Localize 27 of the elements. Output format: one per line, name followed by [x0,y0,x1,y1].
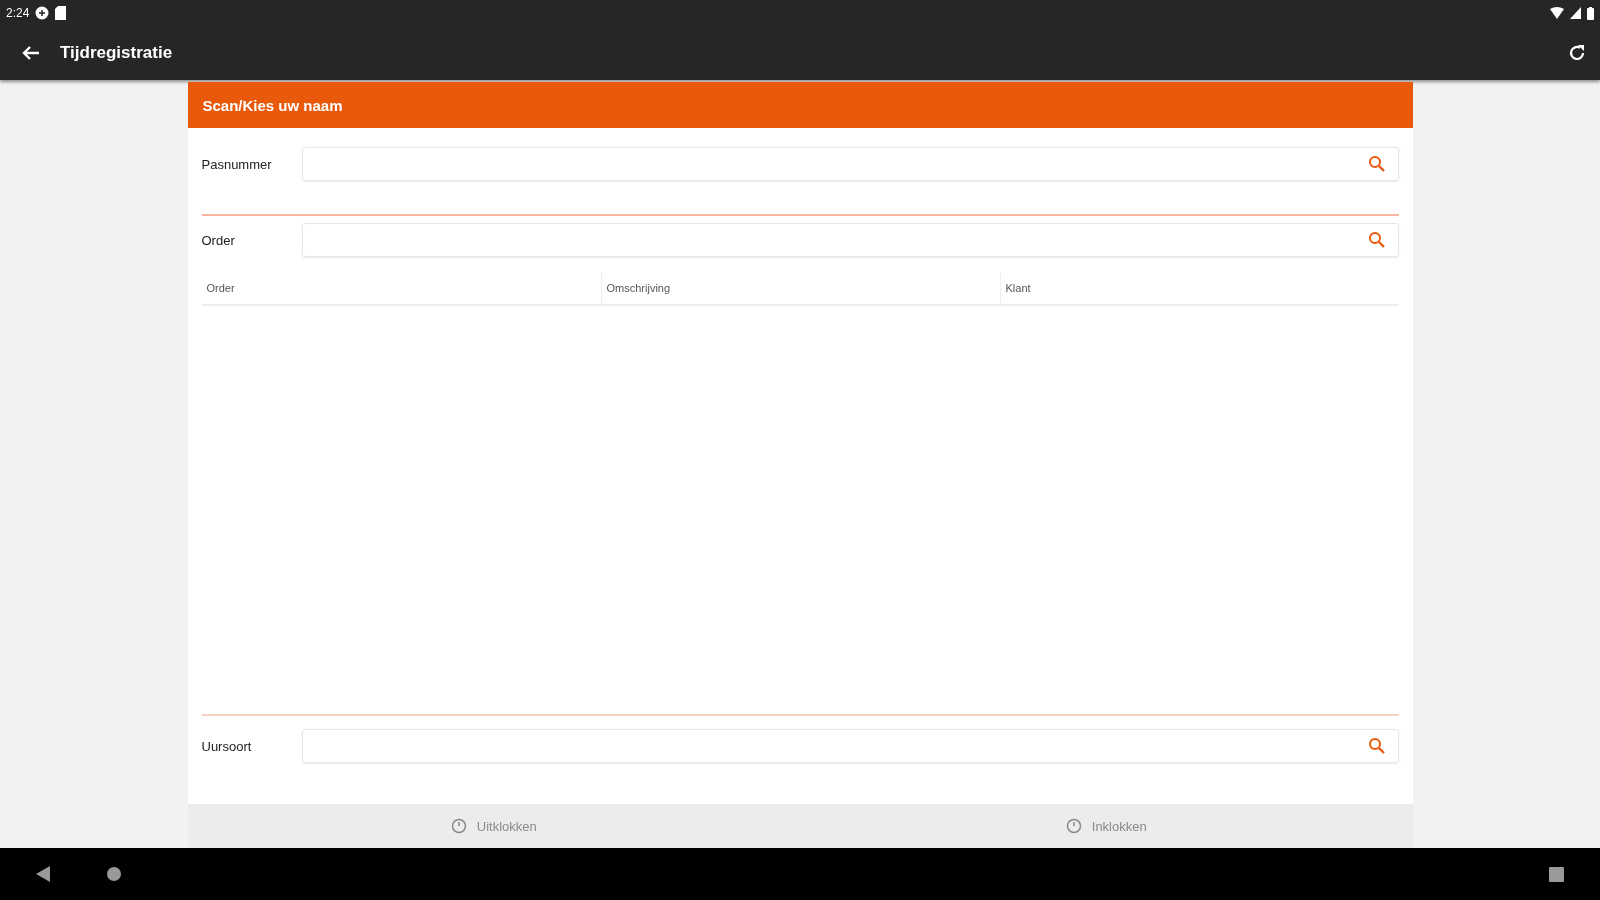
app-title: Tijdregistratie [60,43,174,63]
column-header: Klant [999,272,1399,304]
field-label: Uursoort [201,738,253,754]
search-icon[interactable] [1367,155,1386,173]
recents-icon[interactable] [1549,866,1564,882]
input-field[interactable] [301,147,1399,181]
signal-icon [1570,7,1581,19]
section-header: Scan/Kies uw naam [187,82,1413,128]
refresh-icon[interactable] [1568,44,1586,62]
column-header: Omschrijving [600,272,1000,304]
sd-card-icon [55,6,67,20]
column-header: Order [205,281,236,296]
wifi-icon [1550,7,1564,19]
field-label: Pasnummer [201,156,273,172]
back-arrow-icon[interactable] [22,45,40,61]
battery-icon [1587,6,1594,20]
input-field[interactable] [301,729,1399,763]
back-nav-icon[interactable] [36,866,50,882]
power-icon [450,818,467,834]
notification-icon [35,6,50,20]
power-icon [1065,818,1082,834]
search-icon[interactable] [1367,737,1386,755]
home-icon[interactable] [106,866,122,882]
input-field[interactable] [301,223,1399,257]
field-label: Order [201,232,236,248]
search-icon[interactable] [1367,231,1386,249]
clock-time: 2:24 [6,6,30,20]
